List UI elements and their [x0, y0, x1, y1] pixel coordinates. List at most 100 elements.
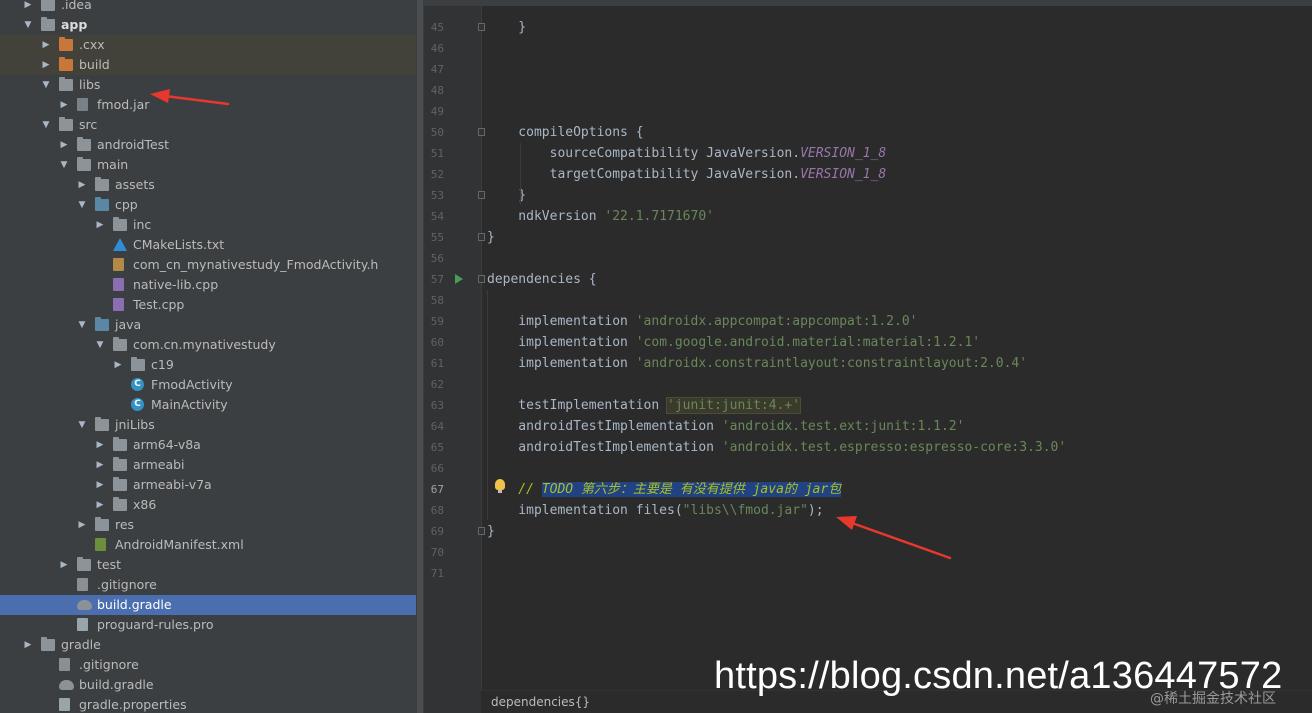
fold-marker-icon[interactable]: [478, 233, 485, 241]
code-line[interactable]: androidTestImplementation 'androidx.test…: [487, 437, 1066, 458]
chevron-right-icon[interactable]: ▶: [58, 95, 70, 115]
fold-marker-icon[interactable]: [478, 275, 485, 283]
tree-item[interactable]: C FmodActivity: [0, 375, 416, 395]
tree-item[interactable]: com_cn_mynativestudy_FmodActivity.h: [0, 255, 416, 275]
code-line[interactable]: targetCompatibility JavaVersion.VERSION_…: [487, 164, 887, 185]
code-line[interactable]: androidTestImplementation 'androidx.test…: [487, 416, 964, 437]
tree-item[interactable]: ▼ cpp: [0, 195, 416, 215]
chevron-right-icon[interactable]: ▶: [40, 55, 52, 75]
tree-item[interactable]: ▼ libs: [0, 75, 416, 95]
chevron-down-icon[interactable]: ▼: [76, 195, 88, 215]
intention-bulb-icon[interactable]: [495, 479, 505, 493]
chevron-down-icon[interactable]: ▼: [40, 75, 52, 95]
code-line[interactable]: }: [487, 17, 526, 38]
tree-item[interactable]: ▶ build: [0, 55, 416, 75]
tree-item[interactable]: ▶ assets: [0, 175, 416, 195]
chevron-right-icon[interactable]: ▶: [112, 355, 124, 375]
tree-item[interactable]: ▼ jniLibs: [0, 415, 416, 435]
tree-item[interactable]: ▼ java: [0, 315, 416, 335]
code-editor[interactable]: 45 46 47 48 49 50 51 52 53 54 55 56 57 58 59 60 61 62 63 64…: [424, 0, 1312, 713]
code-line[interactable]: implementation 'androidx.appcompat:appco…: [487, 311, 917, 332]
tree-item[interactable]: build.gradle: [0, 595, 416, 615]
tree-item[interactable]: build.gradle: [0, 675, 416, 695]
fold-marker-icon[interactable]: [478, 23, 485, 31]
file-icon: [59, 698, 70, 711]
chevron-right-icon[interactable]: ▶: [22, 635, 34, 655]
chevron-down-icon[interactable]: ▼: [22, 15, 34, 35]
tree-item[interactable]: ▶ armeabi: [0, 455, 416, 475]
tree-item[interactable]: proguard-rules.pro: [0, 615, 416, 635]
chevron-right-icon[interactable]: ▶: [94, 215, 106, 235]
tree-item[interactable]: CMakeLists.txt: [0, 235, 416, 255]
tree-item[interactable]: ▶ .idea: [0, 0, 416, 15]
code-line[interactable]: }: [487, 227, 495, 248]
chevron-right-icon[interactable]: ▶: [94, 495, 106, 515]
tree-item[interactable]: .gitignore: [0, 655, 416, 675]
tree-item-label: gradle: [61, 637, 101, 652]
tree-item-label: native-lib.cpp: [133, 277, 219, 292]
fold-marker-icon[interactable]: [478, 191, 485, 199]
tree-item[interactable]: gradle.properties: [0, 695, 416, 713]
folder-icon: [95, 417, 109, 431]
tree-item[interactable]: ▶ armeabi-v7a: [0, 475, 416, 495]
chevron-right-icon[interactable]: ▶: [58, 135, 70, 155]
code-token: androidTestImplementation: [487, 419, 722, 434]
code-line[interactable]: // TODO 第六步：主要是 有没有提供 java的 jar包: [487, 479, 842, 500]
chevron-down-icon[interactable]: ▼: [76, 415, 88, 435]
tree-item[interactable]: ▼ src: [0, 115, 416, 135]
code-line[interactable]: sourceCompatibility JavaVersion.VERSION_…: [487, 143, 887, 164]
chevron-down-icon[interactable]: ▼: [94, 335, 106, 355]
code-line[interactable]: implementation files("libs\\fmod.jar");: [487, 500, 823, 521]
tree-item[interactable]: ▶ androidTest: [0, 135, 416, 155]
tree-item[interactable]: ▶ arm64-v8a: [0, 435, 416, 455]
code-line[interactable]: implementation 'androidx.constraintlayou…: [487, 353, 1027, 374]
tree-item[interactable]: ▶ c19: [0, 355, 416, 375]
fold-marker-icon[interactable]: [478, 527, 485, 535]
tree-item[interactable]: Test.cpp: [0, 295, 416, 315]
tree-item[interactable]: ▼ app: [0, 15, 416, 35]
tree-item[interactable]: ▶ .cxx: [0, 35, 416, 55]
chevron-right-icon[interactable]: ▶: [76, 515, 88, 535]
tree-item[interactable]: ▼ main: [0, 155, 416, 175]
code-line[interactable]: testImplementation 'junit:junit:4.+': [487, 395, 802, 416]
code-token: "libs\\fmod.jar": [682, 503, 808, 518]
tree-item[interactable]: ▶ x86: [0, 495, 416, 515]
editor-gutter[interactable]: 45 46 47 48 49 50 51 52 53 54 55 56 57 58 59 60 61 62 63 64…: [424, 0, 481, 713]
project-tree-panel[interactable]: ▶ .idea ▼ app ▶ .cxx ▶ build ▼ libs ▶ fmod.jar ▼ src ▶…: [0, 0, 424, 713]
run-gutter-icon[interactable]: [455, 274, 463, 284]
fold-marker-icon[interactable]: [478, 128, 485, 136]
tree-scrollbar-thumb[interactable]: [417, 0, 423, 713]
tree-item[interactable]: ▶ fmod.jar: [0, 95, 416, 115]
folder-icon: [131, 357, 145, 371]
code-line[interactable]: implementation 'com.google.android.mater…: [487, 332, 980, 353]
chevron-right-icon[interactable]: ▶: [22, 0, 34, 15]
code-line[interactable]: dependencies {: [487, 269, 597, 290]
chevron-down-icon[interactable]: ▼: [40, 115, 52, 135]
code-line[interactable]: compileOptions {: [487, 122, 643, 143]
tree-item[interactable]: C MainActivity: [0, 395, 416, 415]
code-line[interactable]: }: [487, 521, 495, 542]
tree-item[interactable]: ▶ inc: [0, 215, 416, 235]
tree-item[interactable]: AndroidManifest.xml: [0, 535, 416, 555]
tree-item-label: armeabi-v7a: [133, 477, 212, 492]
tree-item[interactable]: ▶ res: [0, 515, 416, 535]
chevron-right-icon[interactable]: ▶: [58, 555, 70, 575]
code-token: }: [487, 230, 495, 245]
tree-item[interactable]: native-lib.cpp: [0, 275, 416, 295]
tree-item[interactable]: .gitignore: [0, 575, 416, 595]
tree-item-label: build: [79, 57, 110, 72]
chevron-right-icon[interactable]: ▶: [94, 435, 106, 455]
chevron-right-icon[interactable]: ▶: [40, 35, 52, 55]
tree-item[interactable]: ▶ test: [0, 555, 416, 575]
chevron-right-icon[interactable]: ▶: [94, 455, 106, 475]
chevron-down-icon[interactable]: ▼: [76, 315, 88, 335]
line-number: 51: [430, 147, 444, 160]
chevron-right-icon[interactable]: ▶: [76, 175, 88, 195]
chevron-right-icon[interactable]: ▶: [94, 475, 106, 495]
code-line[interactable]: ndkVersion '22.1.7171670': [487, 206, 714, 227]
tree-item[interactable]: ▼ com.cn.mynativestudy: [0, 335, 416, 355]
tree-item[interactable]: ▶ gradle: [0, 635, 416, 655]
chevron-down-icon[interactable]: ▼: [58, 155, 70, 175]
breadcrumb-item[interactable]: dependencies{}: [491, 695, 590, 709]
tree-item-label: app: [61, 17, 88, 32]
